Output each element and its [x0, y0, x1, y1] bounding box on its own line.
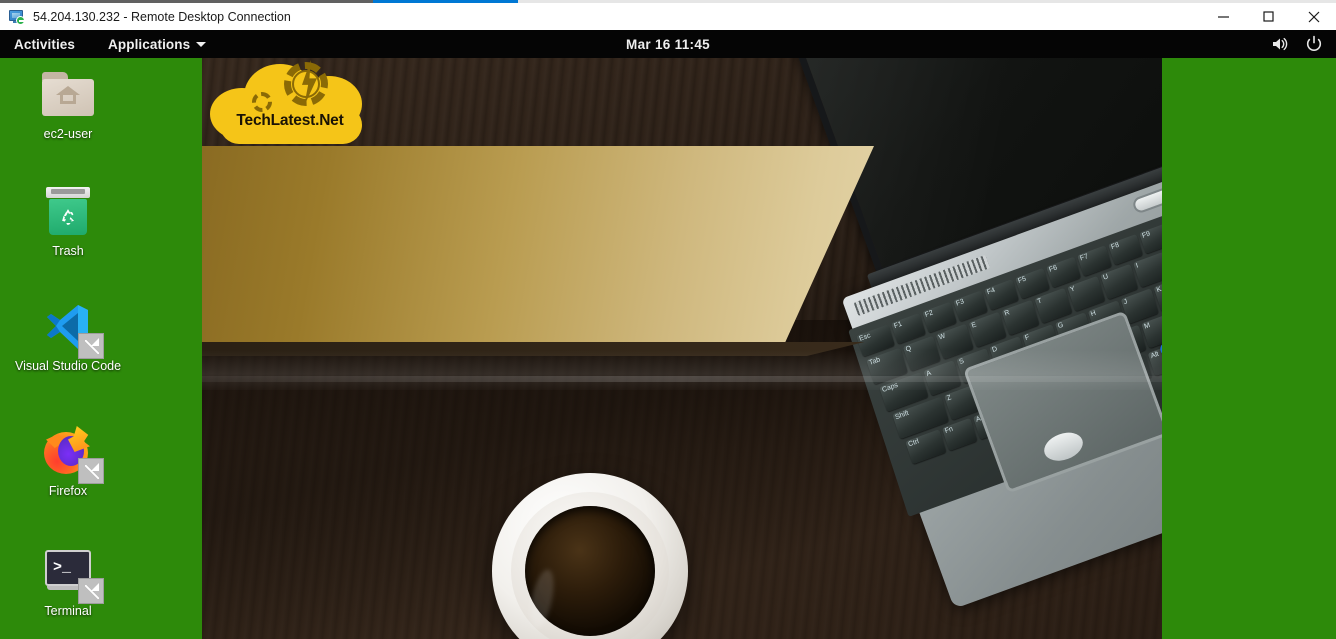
- desktop-icon-visual-studio-code[interactable]: Visual Studio Code: [0, 298, 136, 374]
- desktop-icon-label: Firefox: [48, 484, 88, 498]
- remote-desktop-window: 54.204.130.232 - Remote Desktop Connecti…: [0, 0, 1336, 639]
- close-button[interactable]: [1291, 3, 1336, 30]
- desktop-surface[interactable]: Esc F1 F2 F3 F4 F5 F6 F7 F8 F9 F10 F11: [0, 58, 1336, 639]
- desktop-icon-trash[interactable]: Trash: [0, 183, 136, 259]
- desktop-icon-label: ec2-user: [43, 127, 93, 141]
- logo-text: TechLatest.Net: [236, 112, 344, 129]
- desktop-icon-label: Visual Studio Code: [14, 359, 122, 373]
- vscode-icon: [40, 298, 104, 359]
- shortcut-badge-icon: [78, 458, 104, 484]
- speaker-volume-icon[interactable]: [1271, 35, 1289, 53]
- desktop-icon-label: Trash: [52, 244, 84, 258]
- window-controls: [1201, 3, 1336, 30]
- desktop-icon-ec2-user[interactable]: ec2-user: [0, 66, 136, 142]
- techlatest-logo: TechLatest.Net: [210, 58, 370, 148]
- desktop-icon-firefox[interactable]: Firefox: [0, 423, 136, 499]
- terminal-icon: >_: [40, 543, 104, 604]
- maximize-button[interactable]: [1246, 3, 1291, 30]
- applications-menu-label: Applications: [108, 36, 191, 52]
- desktop-wallpaper: Esc F1 F2 F3 F4 F5 F6 F7 F8 F9 F10 F11: [202, 58, 1162, 639]
- coffee-cup: [492, 473, 688, 639]
- gnome-top-bar: Activities Applications Mar 16 11:45: [0, 30, 1336, 58]
- power-icon[interactable]: [1305, 35, 1323, 53]
- desktop-icon-terminal[interactable]: >_ Terminal: [0, 543, 136, 619]
- gear-small-icon: [252, 92, 272, 112]
- wallpaper-sheen-line: [202, 376, 1162, 382]
- desktop-icon-column: ec2-user Trash Visual Studio Code Firefo…: [0, 58, 202, 639]
- activities-button[interactable]: Activities: [14, 37, 75, 52]
- chevron-down-icon: [196, 41, 207, 47]
- wallpaper-banner-edge: [202, 342, 865, 356]
- trash-recycle-icon: [40, 183, 96, 239]
- shortcut-badge-icon: [78, 578, 104, 604]
- recycle-icon: [62, 209, 75, 225]
- minimize-button[interactable]: [1201, 3, 1246, 30]
- window-title: 54.204.130.232 - Remote Desktop Connecti…: [33, 9, 291, 24]
- desktop-icon-label: Terminal: [44, 604, 92, 618]
- wallpaper-banner: [202, 146, 874, 354]
- home-folder-icon: [40, 66, 96, 122]
- window-titlebar[interactable]: 54.204.130.232 - Remote Desktop Connecti…: [0, 3, 1336, 30]
- firefox-icon: [40, 423, 104, 484]
- shortcut-badge-icon: [78, 333, 104, 359]
- system-status-area: [1271, 35, 1323, 53]
- remote-desktop-icon: [8, 9, 26, 25]
- applications-menu[interactable]: Applications: [108, 36, 207, 52]
